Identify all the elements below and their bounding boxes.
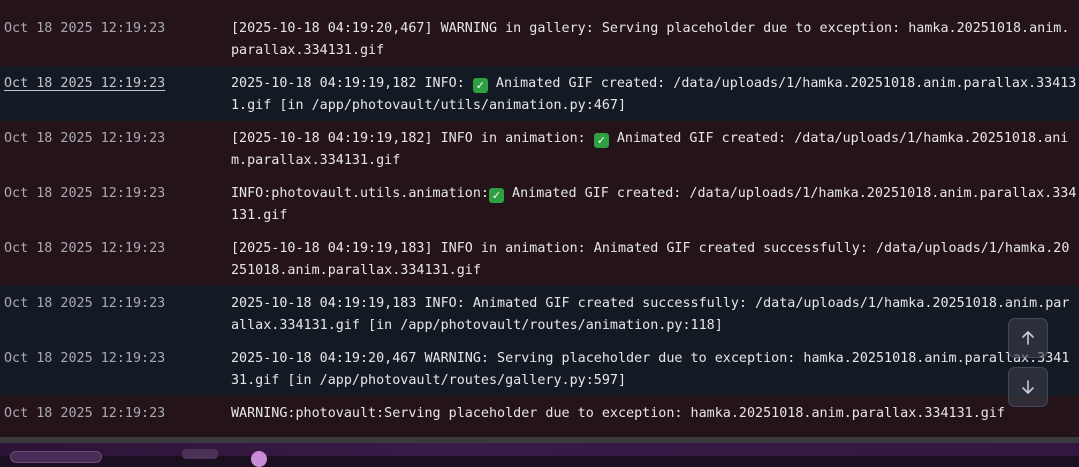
app-icon[interactable]	[251, 451, 267, 467]
taskbar-item[interactable]	[182, 449, 218, 459]
log-message: [2025-10-18 04:19:19,182] INFO in animat…	[231, 131, 1069, 168]
log-row: Oct 18 2025 12:19:23 WARNING:photovault:…	[0, 396, 1079, 440]
scroll-to-bottom-button[interactable]	[1008, 367, 1048, 407]
log-row: Oct 18 2025 12:19:23 [2025-10-18 04:19:1…	[0, 231, 1079, 286]
log-row: Oct 18 2025 12:19:23 [2025-10-18 04:19:1…	[0, 121, 1079, 176]
taskbar-search[interactable]	[10, 451, 102, 463]
log-timestamp[interactable]: Oct 18 2025 12:19:23	[4, 18, 165, 40]
check-mark-icon: ✓	[472, 78, 488, 93]
log-message: 2025-10-18 04:19:19,183 INFO: Animated G…	[231, 296, 1070, 333]
arrow-down-icon	[1020, 379, 1036, 395]
log-message: 2025-10-18 04:19:20,467 WARNING: Serving…	[231, 351, 1070, 388]
taskbar	[0, 443, 1079, 467]
log-timestamp[interactable]: Oct 18 2025 12:19:23	[4, 73, 165, 95]
log-message: [2025-10-18 04:19:20,467] WARNING in gal…	[231, 21, 1070, 58]
log-timestamp[interactable]: Oct 18 2025 12:19:23	[4, 183, 165, 205]
check-mark-icon: ✓	[593, 133, 609, 148]
arrow-up-icon	[1020, 330, 1036, 346]
log-message: WARNING:photovault:Serving placeholder d…	[231, 406, 1005, 421]
log-row: Oct 18 2025 12:19:23 [2025-10-18 04:19:2…	[0, 11, 1079, 66]
scroll-to-top-button[interactable]	[1008, 318, 1048, 358]
check-mark-icon: ✓	[488, 188, 504, 203]
log-row: Oct 18 2025 12:19:23 2025-10-18 04:19:20…	[0, 341, 1079, 396]
log-message: [2025-10-18 04:19:19,183] INFO in animat…	[231, 241, 1070, 278]
log-timestamp[interactable]: Oct 18 2025 12:19:23	[4, 128, 165, 150]
log-timestamp[interactable]: Oct 18 2025 12:19:23	[4, 238, 165, 260]
log-viewer[interactable]: Oct 18 2025 12:19:23 [2025-10-18 04:19:2…	[0, 0, 1079, 440]
log-row: Oct 18 2025 12:19:23 2025-10-18 04:19:19…	[0, 66, 1079, 121]
log-row-partial	[0, 0, 1079, 11]
log-message-partial	[231, 0, 263, 3]
log-message: INFO:photovault.utils.animation: ✓ Animat…	[231, 186, 1077, 223]
log-list: Oct 18 2025 12:19:23 [2025-10-18 04:19:2…	[0, 0, 1079, 440]
log-message: 2025-10-18 04:19:19,182 INFO: ✓ Animated…	[231, 76, 1077, 113]
log-timestamp[interactable]: Oct 18 2025 12:19:23	[4, 293, 165, 315]
log-timestamp[interactable]: Oct 18 2025 12:19:23	[4, 348, 165, 370]
log-row: Oct 18 2025 12:19:23 2025-10-18 04:19:19…	[0, 286, 1079, 341]
log-row: Oct 18 2025 12:19:23 INFO:photovault.uti…	[0, 176, 1079, 231]
log-timestamp[interactable]: Oct 18 2025 12:19:23	[4, 403, 165, 425]
